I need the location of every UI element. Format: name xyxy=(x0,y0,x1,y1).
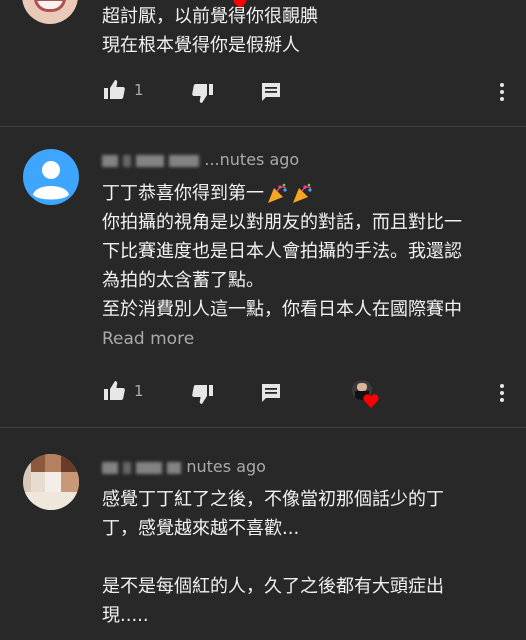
author-name-blurred[interactable] xyxy=(102,461,118,474)
like-count: 1 xyxy=(134,382,144,400)
timestamp[interactable]: nutes ago xyxy=(186,457,266,476)
party-popper-icon xyxy=(265,183,289,205)
comment-text: 感覺丁丁紅了之後，不像當初那個話少的丁 丁，感覺越來越不喜歡... 是不是每個紅… xyxy=(102,489,444,626)
heart-icon xyxy=(363,394,379,408)
comment-2: ...nutes ago 丁丁恭喜你得到第一 你拍攝的視角是以對朋友的對話，而且… xyxy=(0,127,526,427)
dislike-icon[interactable] xyxy=(191,81,215,105)
dislike-icon[interactable] xyxy=(191,382,215,406)
like-icon[interactable] xyxy=(102,379,126,403)
comment-actions: 1 xyxy=(102,379,522,410)
comment-meta: nutes ago xyxy=(102,457,266,476)
more-options-icon[interactable] xyxy=(499,82,505,102)
author-name-blurred[interactable] xyxy=(102,154,118,167)
comment-text: 超討厭，以前覺得你很靦腆 現在根本覺得你是假掰人 xyxy=(102,6,318,56)
comment-1: 超討厭，以前覺得你很靦腆 現在根本覺得你是假掰人 1 xyxy=(0,0,526,126)
avatar[interactable] xyxy=(23,149,79,205)
more-options-icon[interactable] xyxy=(499,383,505,403)
comment-3: nutes ago 感覺丁丁紅了之後，不像當初那個話少的丁 丁，感覺越來越不喜歡… xyxy=(0,428,526,640)
like-count: 1 xyxy=(134,81,144,99)
avatar[interactable] xyxy=(23,454,79,510)
comment-actions: 1 xyxy=(102,78,522,106)
creator-heart-avatar xyxy=(350,380,380,410)
comment-meta: ...nutes ago xyxy=(102,150,299,169)
timestamp[interactable]: ...nutes ago xyxy=(204,150,299,169)
avatar[interactable] xyxy=(22,0,78,24)
reply-icon[interactable] xyxy=(259,80,283,104)
party-popper-icon xyxy=(290,183,314,205)
read-more-link[interactable]: Read more xyxy=(102,329,194,349)
comment-text: 丁丁恭喜你得到第一 你拍攝的視角是以對朋友的對話，而且對比一 下比賽進度也是日本… xyxy=(102,183,462,320)
reply-icon[interactable] xyxy=(259,381,283,405)
like-icon[interactable] xyxy=(102,78,126,102)
default-avatar-icon xyxy=(33,161,69,200)
